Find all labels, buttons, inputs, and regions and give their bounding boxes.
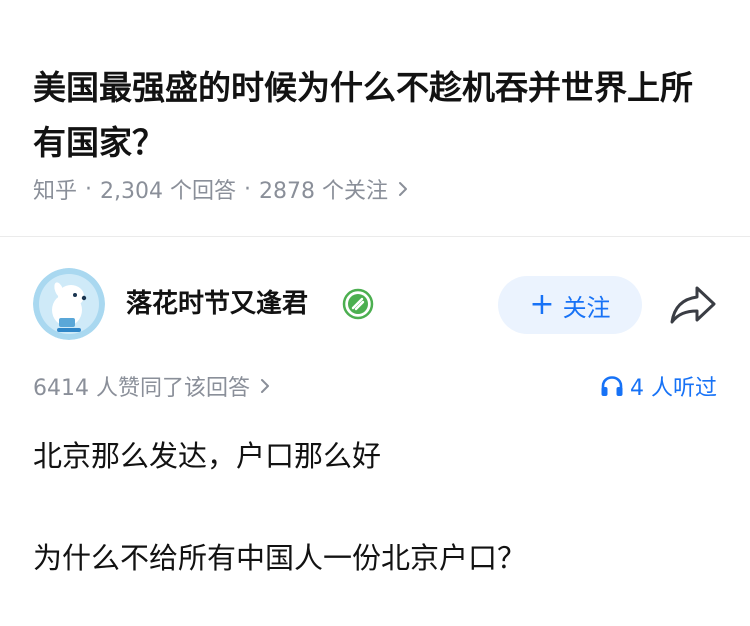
follow-label: 关注 (562, 293, 611, 322)
question-meta[interactable]: 知乎 · 2,304 个回答 · 2878 个关注 (33, 172, 408, 206)
headphones-icon (600, 375, 624, 397)
source-label: 知乎 (33, 179, 78, 204)
vote-count: 6414 人赞同了该回答 (33, 376, 250, 401)
meta-separator: · (85, 176, 93, 202)
plus-icon: + (529, 287, 555, 322)
verified-badge-icon (342, 288, 374, 320)
listen-info[interactable]: 4 人听过 (600, 370, 717, 402)
question-title[interactable]: 美国最强盛的时候为什么不趁机吞并世界上所有国家？ (33, 60, 723, 170)
author-name[interactable]: 落花时节又逢君 (126, 286, 308, 322)
follower-count: 2878 个关注 (259, 179, 388, 204)
listener-count: 4 人听过 (630, 376, 717, 401)
chevron-right-icon (260, 378, 270, 394)
section-divider (0, 236, 750, 237)
vote-info[interactable]: 6414 人赞同了该回答 (33, 370, 270, 402)
answer-paragraph: 北京那么发达，户口那么好 (33, 439, 382, 473)
chevron-right-icon (398, 181, 408, 197)
avatar[interactable] (33, 268, 105, 340)
answer-paragraph: 为什么不给所有中国人一份北京户口？ (33, 541, 527, 575)
share-arrow-icon[interactable] (668, 282, 718, 328)
answer-count: 2,304 个回答 (100, 179, 236, 204)
follow-button[interactable]: + 关注 (498, 276, 642, 334)
meta-separator: · (244, 176, 251, 202)
